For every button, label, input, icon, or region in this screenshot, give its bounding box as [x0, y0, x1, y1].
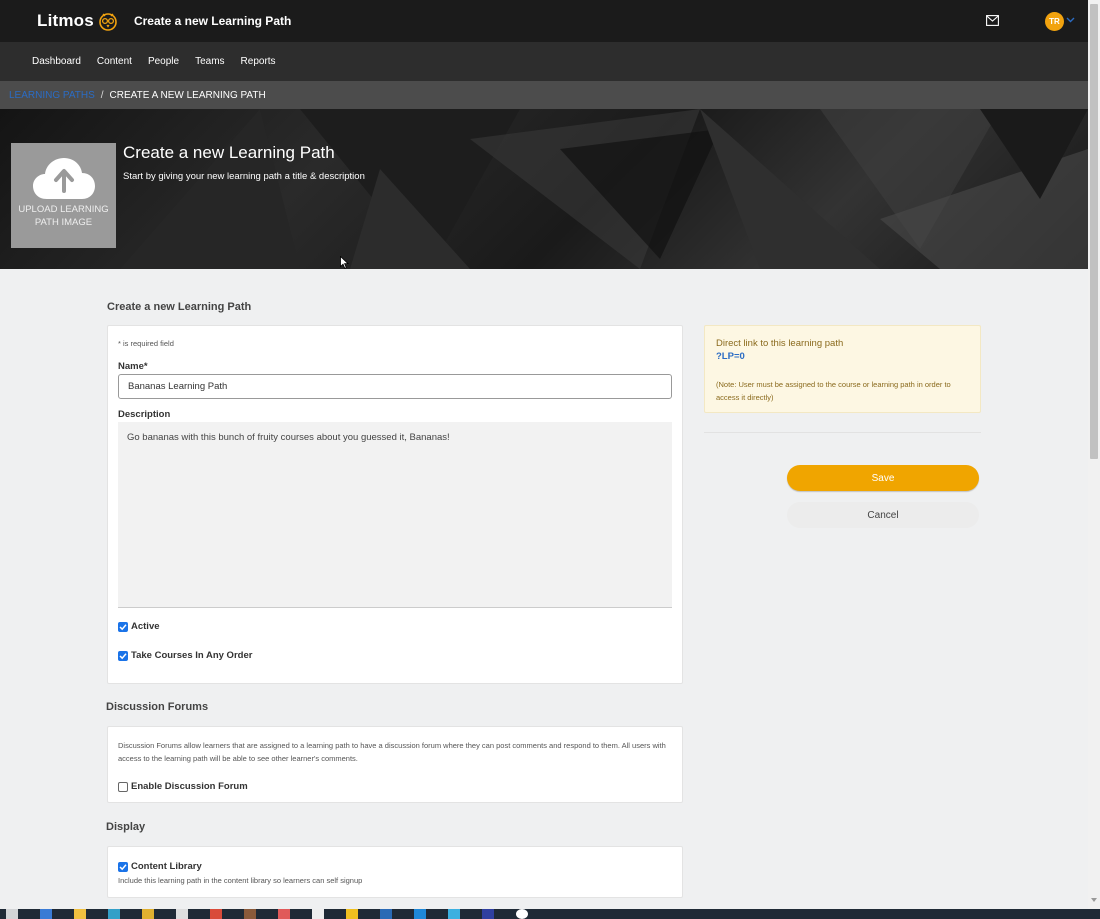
- sidebar-divider: [704, 432, 981, 433]
- nav-item-content[interactable]: Content: [89, 56, 140, 67]
- description-label: Description: [118, 409, 171, 420]
- required-note: * is required field: [118, 339, 174, 348]
- chrome-icon[interactable]: [210, 909, 222, 919]
- cancel-button[interactable]: Cancel: [787, 502, 979, 528]
- taskbar-app-icon[interactable]: [414, 909, 426, 919]
- active-checkbox[interactable]: [118, 621, 128, 632]
- any-order-label: Take Courses In Any Order: [131, 650, 253, 661]
- mouse-cursor-icon: [340, 256, 349, 269]
- discussion-checkbox-row[interactable]: Enable Discussion Forum: [118, 781, 248, 792]
- taskbar-app-icon[interactable]: [516, 909, 528, 919]
- nav-item-dashboard[interactable]: Dashboard: [24, 56, 89, 67]
- any-order-checkbox[interactable]: [118, 650, 128, 661]
- name-label: Name*: [118, 361, 148, 372]
- logo-text: Litmos: [37, 11, 94, 30]
- upload-image-label: UPLOAD LEARNING PATH IMAGE: [18, 204, 109, 228]
- scroll-down-arrow-icon[interactable]: [1091, 897, 1097, 903]
- breadcrumb: Learning Paths / Create a new Learning P…: [0, 81, 1088, 109]
- checkmark-icon: [119, 623, 127, 630]
- taskbar-app-icon[interactable]: [448, 909, 460, 919]
- taskbar-app-icon[interactable]: [176, 909, 188, 919]
- hero-subtitle: Start by giving your new learning path a…: [123, 171, 365, 182]
- any-order-checkbox-row[interactable]: Take Courses In Any Order: [118, 650, 252, 661]
- taskbar-app-icon[interactable]: [278, 909, 290, 919]
- form-section-title: Create a new Learning Path: [107, 301, 252, 313]
- breadcrumb-separator: /: [100, 89, 104, 101]
- taskbar-app-icon[interactable]: [346, 909, 358, 919]
- folder-icon[interactable]: [74, 909, 86, 919]
- taskbar-app-icon[interactable]: [244, 909, 256, 919]
- hero-background-pattern: [120, 109, 1088, 269]
- enable-discussion-checkbox[interactable]: [118, 781, 128, 792]
- discussion-description: Discussion Forums allow learners that ar…: [118, 741, 666, 763]
- content-library-label: Content Library: [131, 861, 202, 872]
- discussion-section-title: Discussion Forums: [106, 701, 209, 713]
- scrollbar-thumb[interactable]: [1090, 4, 1098, 459]
- user-avatar[interactable]: TR: [1045, 12, 1064, 31]
- direct-link-box: Direct link to this learning path ?LP=0 …: [704, 325, 981, 413]
- checkmark-icon: [119, 652, 127, 659]
- nav-item-reports[interactable]: Reports: [233, 56, 284, 67]
- active-label: Active: [131, 621, 160, 632]
- breadcrumb-link-learning-paths[interactable]: Learning Paths: [9, 90, 95, 101]
- start-icon[interactable]: [6, 909, 18, 919]
- enable-discussion-label: Enable Discussion Forum: [131, 781, 248, 792]
- taskbar-app-icon[interactable]: [380, 909, 392, 919]
- direct-link-value[interactable]: ?LP=0: [716, 351, 745, 362]
- content-library-checkbox-row[interactable]: Content Library: [118, 861, 202, 872]
- checkmark-icon: [119, 863, 127, 870]
- browser-icon[interactable]: [108, 909, 120, 919]
- litmos-logo[interactable]: Litmos: [37, 11, 118, 31]
- page-scrollbar[interactable]: [1088, 0, 1100, 909]
- owl-icon: [99, 13, 117, 31]
- upload-image-button[interactable]: UPLOAD LEARNING PATH IMAGE: [11, 143, 116, 248]
- main-nav: Dashboard Content People Teams Reports: [0, 42, 1088, 81]
- mail-icon[interactable]: [986, 15, 999, 26]
- display-section-title: Display: [106, 821, 146, 833]
- content-library-help: Include this learning path in the conten…: [118, 876, 363, 885]
- top-bar: Litmos Create a new Learning Path TR: [0, 0, 1088, 42]
- chevron-down-icon[interactable]: [1066, 15, 1075, 24]
- direct-link-note: (Note: User must be assigned to the cour…: [716, 380, 951, 402]
- taskbar-app-icon[interactable]: [40, 909, 52, 919]
- direct-link-title: Direct link to this learning path: [716, 338, 844, 349]
- nav-item-teams[interactable]: Teams: [187, 56, 232, 67]
- save-button[interactable]: Save: [787, 465, 979, 491]
- os-taskbar: [0, 909, 1100, 919]
- hero-title: Create a new Learning Path: [123, 143, 335, 162]
- content-library-checkbox[interactable]: [118, 861, 128, 872]
- breadcrumb-current: Create a new Learning Path: [109, 89, 266, 101]
- name-input[interactable]: [118, 374, 672, 399]
- learning-path-form-card: * is required field Name* Description Go…: [107, 325, 683, 684]
- display-card: Content Library Include this learning pa…: [107, 846, 683, 898]
- discussion-card: Discussion Forums allow learners that ar…: [107, 726, 683, 803]
- description-textarea[interactable]: Go bananas with this bunch of fruity cou…: [118, 422, 672, 608]
- nav-item-people[interactable]: People: [140, 56, 187, 67]
- taskbar-app-icon[interactable]: [482, 909, 494, 919]
- hero-banner: UPLOAD LEARNING PATH IMAGE Create a new …: [0, 109, 1088, 269]
- cloud-upload-icon: [32, 158, 95, 199]
- page-title: Create a new Learning Path: [133, 14, 292, 28]
- taskbar-app-icon[interactable]: [312, 909, 324, 919]
- taskbar-app-icon[interactable]: [142, 909, 154, 919]
- active-checkbox-row[interactable]: Active: [118, 621, 160, 632]
